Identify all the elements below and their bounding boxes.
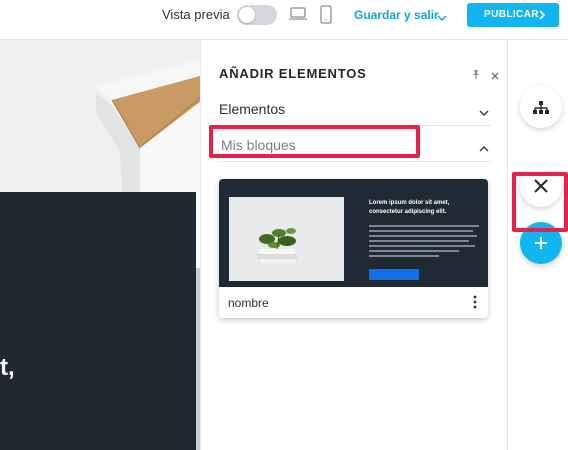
editor-page: Vista previa Guardar y salir PUBLICAR t,… [0,0,568,450]
chevron-up-icon [479,140,489,158]
pin-icon[interactable] [471,67,481,85]
hero-text: t, [0,354,15,381]
hero-image [0,40,200,192]
block-preview-text [369,225,479,260]
section-elementos[interactable]: Elementos [219,96,491,126]
block-preview-heading: Lorem ipsum dolor sit amet, consectetur … [369,200,450,215]
toggle-knob [239,7,255,23]
panel-title: AÑADIR ELEMENTOS [219,66,367,81]
publish-label: PUBLICAR [484,9,539,20]
chevron-down-icon [479,104,489,122]
laptop-icon[interactable] [288,5,308,28]
chevron-right-icon [539,10,546,23]
plant-photo [229,197,344,281]
preview-toggle[interactable] [237,5,277,25]
highlight-box [209,125,420,158]
block-preview: Lorem ipsum dolor sit amet, consectetur … [219,179,488,287]
block-card[interactable]: Lorem ipsum dolor sit amet, consectetur … [219,179,488,318]
right-toolbar [508,40,568,450]
sitemap-icon [533,101,549,114]
page-canvas[interactable]: t, [0,40,200,450]
chevron-down-icon[interactable] [437,9,447,27]
block-name: nombre [228,296,269,310]
section-label: Elementos [219,101,286,117]
kebab-menu-icon[interactable] [472,295,478,314]
structure-button[interactable] [520,86,562,128]
plus-icon [535,237,547,249]
publish-button[interactable]: PUBLICAR [467,3,559,27]
top-bar: Vista previa Guardar y salir PUBLICAR [0,0,568,40]
block-preview-button [369,269,419,280]
mobile-icon[interactable] [319,5,333,30]
preview-label: Vista previa [162,7,230,22]
save-exit-button[interactable]: Guardar y salir [354,8,439,22]
dark-section [0,192,196,450]
close-icon[interactable] [490,68,500,86]
highlight-box [512,172,568,232]
